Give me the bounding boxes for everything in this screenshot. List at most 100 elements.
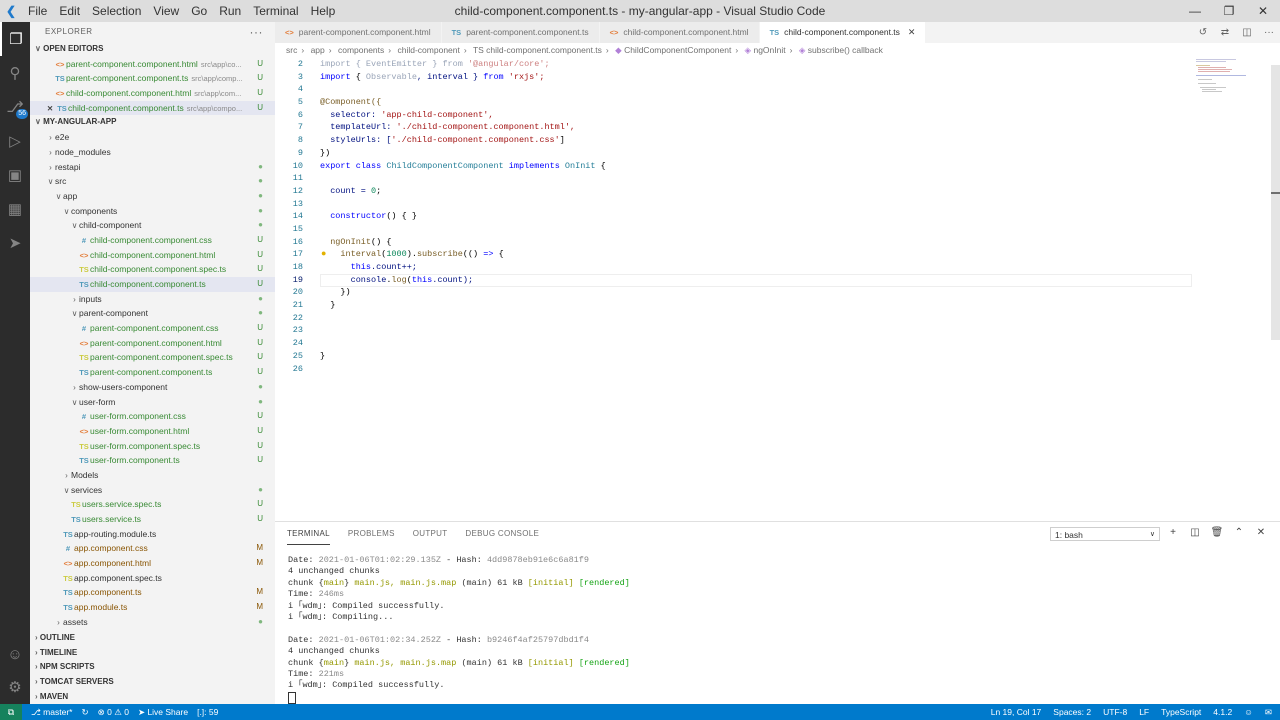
breadcrumb-item[interactable]: child-component xyxy=(398,45,460,55)
tree-file[interactable]: TSuser-form.component.ts U xyxy=(30,453,275,468)
open-editor-item[interactable]: <> parent-component.component.html src\app… xyxy=(30,57,275,72)
breadcrumb-item[interactable]: src xyxy=(286,45,297,55)
tree-folder[interactable]: › e2e xyxy=(30,130,275,145)
terminal-select[interactable]: 1: bash ∨ xyxy=(1050,527,1160,541)
breadcrumb-item[interactable]: components xyxy=(338,45,384,55)
tab-problems[interactable]: PROBLEMS xyxy=(348,524,395,544)
menu-edit[interactable]: Edit xyxy=(53,0,86,22)
menu-terminal[interactable]: Terminal xyxy=(247,0,304,22)
code-editor[interactable]: 2 import { EventEmitter } from '@angular/… xyxy=(275,58,1260,518)
maximize-panel-icon[interactable]: ⌃ xyxy=(1228,527,1250,538)
minimize-icon[interactable]: — xyxy=(1178,0,1212,22)
source-control-icon[interactable]: ⎇ 56 xyxy=(0,90,30,124)
tree-file[interactable]: <> user-form.component.html U xyxy=(30,424,275,439)
tree-folder[interactable]: ∨ src ● xyxy=(30,174,275,189)
breadcrumb-item[interactable]: app xyxy=(311,45,325,55)
end-of-line[interactable]: LF xyxy=(1139,707,1149,717)
tab-parent-ts[interactable]: TS parent-component.component.ts xyxy=(441,22,600,43)
tree-file[interactable]: TSapp.component.spec.ts xyxy=(30,571,275,586)
tree-file[interactable]: TSusers.service.spec.ts U xyxy=(30,497,275,512)
ts-version[interactable]: 4.1.2 xyxy=(1213,707,1232,717)
tree-folder[interactable]: ∨ user-form ● xyxy=(30,395,275,410)
split-editor-icon[interactable]: ◫ xyxy=(1236,27,1258,38)
selection-info[interactable]: [.]: 59 xyxy=(197,707,218,717)
restore-icon[interactable]: ❐ xyxy=(1212,0,1246,22)
split-terminal-icon[interactable]: ◫ xyxy=(1184,527,1206,538)
timeline-history-icon[interactable]: ↺ xyxy=(1192,27,1214,38)
tree-folder[interactable]: ∨ parent-component ● xyxy=(30,306,275,321)
tab-debug-console[interactable]: DEBUG CONSOLE xyxy=(465,524,539,544)
tree-folder[interactable]: › node_modules xyxy=(30,145,275,160)
run-debug-icon[interactable]: ▷ xyxy=(0,124,30,158)
open-editor-item-active[interactable]: ✕ TSchild-component.component.ts src\app\c… xyxy=(30,100,275,116)
kill-terminal-icon[interactable]: 🗑 xyxy=(1206,527,1228,538)
feedback-icon[interactable]: ☺ xyxy=(1244,707,1253,717)
tab-output[interactable]: OUTPUT xyxy=(413,524,448,544)
close-panel-icon[interactable]: ✕ xyxy=(1250,527,1272,538)
breadcrumb-item[interactable]: subscribe() callback xyxy=(808,45,883,55)
sync-icon[interactable]: ↻ xyxy=(81,707,88,718)
tab-child-ts[interactable]: TS child-component.component.ts ✕ xyxy=(759,22,927,43)
close-window-icon[interactable]: ✕ xyxy=(1246,0,1280,22)
indentation[interactable]: Spaces: 2 xyxy=(1053,707,1091,717)
menu-view[interactable]: View xyxy=(147,0,185,22)
tree-file[interactable]: TSapp.component.ts M xyxy=(30,585,275,600)
new-terminal-icon[interactable]: + xyxy=(1162,527,1184,538)
maven-section[interactable]: › MAVEN xyxy=(30,690,275,704)
notifications-icon[interactable]: ✉ xyxy=(1265,707,1272,718)
remote-indicator-icon[interactable]: ⧉ xyxy=(0,704,22,720)
tree-file[interactable]: TSusers.service.ts U xyxy=(30,512,275,527)
tree-file[interactable]: <> child-component.component.html U xyxy=(30,248,275,263)
tree-folder[interactable]: ∨ app ● xyxy=(30,189,275,204)
tree-file[interactable]: # parent-component.component.css U xyxy=(30,321,275,336)
more-actions-icon[interactable]: ··· xyxy=(1258,27,1280,38)
settings-gear-icon[interactable]: ⚙ xyxy=(0,670,30,704)
git-branch[interactable]: ⎇ master* xyxy=(31,707,72,718)
tomcat-servers-section[interactable]: › TOMCAT SERVERS xyxy=(30,675,275,690)
tree-file[interactable]: <> app.component.html M xyxy=(30,556,275,571)
more-actions-icon[interactable]: ··· xyxy=(250,22,264,42)
tab-child-html[interactable]: <> child-component.component.html xyxy=(599,22,760,43)
extensions-icon[interactable]: ▦ xyxy=(0,192,30,226)
language-mode[interactable]: TypeScript xyxy=(1161,707,1201,717)
tree-file[interactable]: # user-form.component.css U xyxy=(30,409,275,424)
outline-section[interactable]: › OUTLINE xyxy=(30,631,275,646)
tree-folder[interactable]: ∨ services ● xyxy=(30,483,275,498)
menu-file[interactable]: File xyxy=(22,0,53,22)
cursor-position[interactable]: Ln 19, Col 17 xyxy=(991,707,1042,717)
live-share-icon[interactable]: ➤ xyxy=(0,226,30,260)
menu-help[interactable]: Help xyxy=(305,0,342,22)
tree-folder[interactable]: › inputs ● xyxy=(30,292,275,307)
remote-explorer-icon[interactable]: ▣ xyxy=(0,158,30,192)
open-editor-item[interactable]: <> child-component.component.html src\app\… xyxy=(30,86,275,101)
tree-file[interactable]: TSchild-component.component.ts U xyxy=(30,277,275,292)
live-share-button[interactable]: ➤ Live Share xyxy=(138,707,188,718)
tree-file[interactable]: TSuser-form.component.spec.ts U xyxy=(30,439,275,454)
breadcrumb-item[interactable]: TS child-component.component.ts xyxy=(473,45,602,55)
breadcrumb-item[interactable]: ngOnInit xyxy=(753,45,785,55)
open-editor-item[interactable]: TSparent-component.component.ts src\app\c… xyxy=(30,71,275,86)
npm-scripts-section[interactable]: › NPM SCRIPTS xyxy=(30,660,275,675)
tree-file[interactable]: # app.component.css M xyxy=(30,541,275,556)
tree-file[interactable]: TSparent-component.component.ts U xyxy=(30,365,275,380)
tab-parent-html[interactable]: <> parent-component.component.html xyxy=(275,22,442,43)
account-icon[interactable]: ☺ xyxy=(0,637,30,671)
open-editors-header[interactable]: ∨ OPEN EDITORS xyxy=(30,42,275,57)
menu-run[interactable]: Run xyxy=(213,0,247,22)
terminal-prompt[interactable] xyxy=(288,691,1268,704)
timeline-section[interactable]: › TIMELINE xyxy=(30,646,275,661)
terminal-output[interactable]: Date: 2021-01-06T01:02:29.135Z - Hash: 4… xyxy=(288,555,1268,704)
encoding[interactable]: UTF-8 xyxy=(1103,707,1127,717)
tree-folder[interactable]: › Models xyxy=(30,468,275,483)
tree-folder[interactable]: › assets ● xyxy=(30,615,275,630)
tree-folder[interactable]: ∨ components ● xyxy=(30,204,275,219)
tree-folder[interactable]: › show-users-component ● xyxy=(30,380,275,395)
tree-file[interactable]: <> parent-component.component.html U xyxy=(30,336,275,351)
project-header[interactable]: ∨ MY-ANGULAR-APP xyxy=(30,115,275,130)
close-tab-icon[interactable]: ✕ xyxy=(908,22,916,43)
tree-folder[interactable]: ∨ child-component ● xyxy=(30,218,275,233)
editor-scrollbar[interactable] xyxy=(1271,65,1280,340)
tree-file[interactable]: TSchild-component.component.spec.ts U xyxy=(30,262,275,277)
explorer-icon[interactable]: ❐ xyxy=(0,22,30,56)
menu-selection[interactable]: Selection xyxy=(86,0,147,22)
